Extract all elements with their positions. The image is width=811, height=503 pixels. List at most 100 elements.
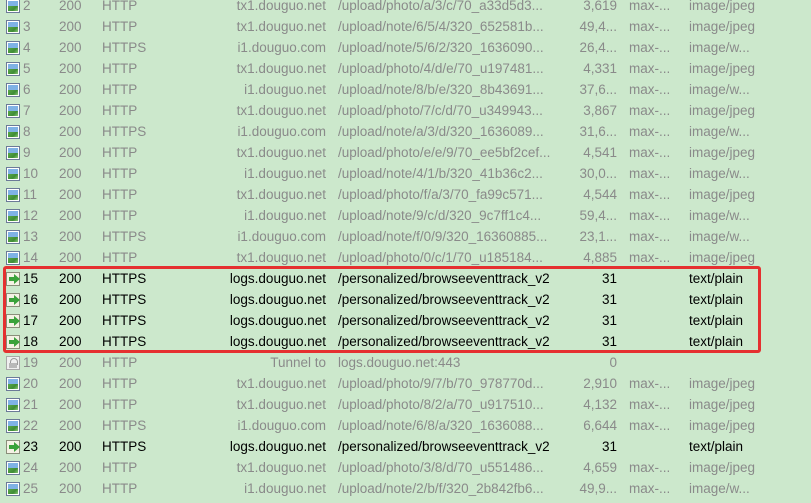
image-icon <box>6 461 20 475</box>
session-row[interactable]: 5 200 HTTP tx1.douguo.net/upload/photo/4/d/… <box>0 58 811 79</box>
session-url: /upload/note/2/b/f/320_2b842fb6... <box>338 481 544 496</box>
session-row[interactable]: 16 200 HTTPS logs.douguo.net/personalized/b… <box>0 289 811 310</box>
session-host: i1.douguo.com <box>237 229 326 244</box>
session-host: logs.douguo.net <box>229 334 326 349</box>
session-row[interactable]: 23 200 HTTPS logs.douguo.net/personalized/b… <box>0 436 811 457</box>
session-icon-cell <box>6 142 22 163</box>
session-row[interactable]: 20 200 HTTP tx1.douguo.net/upload/photo/9/7… <box>0 373 811 394</box>
session-content-type: image/jpeg <box>689 250 756 265</box>
session-result-code: 200 <box>59 166 82 181</box>
session-host: i1.douguo.net <box>244 82 326 97</box>
session-host: tx1.douguo.net <box>236 0 326 13</box>
session-body-size: 49,4... <box>579 19 617 34</box>
session-row[interactable]: 9 200 HTTP tx1.douguo.net/upload/photo/e/e/… <box>0 142 811 163</box>
session-caching: max-... <box>629 124 671 139</box>
session-row[interactable]: 3 200 HTTP tx1.douguo.net/upload/note/6/5/4… <box>0 16 811 37</box>
session-icon-cell <box>6 163 22 184</box>
image-icon <box>6 188 20 202</box>
session-content-type: image/w... <box>689 40 750 55</box>
session-row[interactable]: 10 200 HTTP i1.douguo.net/upload/note/4/1/b… <box>0 163 811 184</box>
session-protocol: HTTP <box>102 355 138 370</box>
session-row[interactable]: 18 200 HTTPS logs.douguo.net/personalized/b… <box>0 331 811 352</box>
session-result-code: 200 <box>59 145 82 160</box>
session-session-number: 8 <box>23 124 31 139</box>
session-content-type: image/w... <box>689 124 750 139</box>
session-protocol: HTTP <box>102 166 138 181</box>
session-url: /personalized/browseeventtrack_v2 <box>338 292 550 307</box>
session-row[interactable]: 19 200 HTTP Tunnel to logs.douguo.net:443 0 <box>0 352 811 373</box>
image-icon <box>6 146 20 160</box>
session-session-number: 13 <box>23 229 39 244</box>
session-row[interactable]: 12 200 HTTP i1.douguo.net/upload/note/9/c/d… <box>0 205 811 226</box>
session-host: logs.douguo.net <box>229 292 326 307</box>
session-host: tx1.douguo.net <box>236 103 326 118</box>
session-row[interactable]: 13 200 HTTPS i1.douguo.com/upload/note/f/0/… <box>0 226 811 247</box>
image-icon <box>6 167 20 181</box>
session-body-size: 31 <box>601 313 617 328</box>
session-caching: max-... <box>629 250 671 265</box>
session-session-number: 21 <box>23 397 39 412</box>
session-body-size: 49,9... <box>579 481 617 496</box>
session-content-type <box>689 352 809 373</box>
session-row[interactable]: 6 200 HTTP i1.douguo.net/upload/note/8/b/e/… <box>0 79 811 100</box>
session-icon-cell <box>6 415 22 436</box>
session-body-size: 4,544 <box>583 187 617 202</box>
session-row[interactable]: 8 200 HTTPS i1.douguo.com/upload/note/a/3/d… <box>0 121 811 142</box>
session-body-size: 6,644 <box>583 418 617 433</box>
request-arrow-icon <box>6 440 20 454</box>
session-url: /upload/note/6/5/4/320_652581b... <box>338 19 544 34</box>
image-icon <box>6 41 20 55</box>
session-body-size: 59,4... <box>579 208 617 223</box>
session-result-code: 200 <box>59 187 82 202</box>
session-row[interactable]: 14 200 HTTP tx1.douguo.net/upload/photo/0/c… <box>0 247 811 268</box>
session-url: /upload/photo/a/3/c/70_a33d5d3... <box>338 0 543 13</box>
session-session-number: 20 <box>23 376 39 391</box>
session-caching <box>629 268 683 289</box>
session-body-size: 2,910 <box>583 376 617 391</box>
image-icon <box>6 398 20 412</box>
session-icon-cell <box>6 457 22 478</box>
session-session-number: 16 <box>23 292 39 307</box>
image-icon <box>6 230 20 244</box>
session-list[interactable]: 2 200 HTTP tx1.douguo.net/upload/photo/a/3/… <box>0 0 811 503</box>
session-session-number: 6 <box>23 82 31 97</box>
session-row[interactable]: 24 200 HTTP tx1.douguo.net/upload/photo/3/8… <box>0 457 811 478</box>
session-icon-cell <box>6 331 22 352</box>
session-row[interactable]: 4 200 HTTPS i1.douguo.com/upload/note/5/6/2… <box>0 37 811 58</box>
session-protocol: HTTP <box>102 397 138 412</box>
session-body-size: 31 <box>601 439 617 454</box>
session-icon-cell <box>6 352 22 373</box>
session-row[interactable]: 17 200 HTTPS logs.douguo.net/personalized/b… <box>0 310 811 331</box>
session-row[interactable]: 2 200 HTTP tx1.douguo.net/upload/photo/a/3/… <box>0 0 811 16</box>
session-row[interactable]: 22 200 HTTPS i1.douguo.com/upload/note/6/8/… <box>0 415 811 436</box>
session-row[interactable]: 7 200 HTTP tx1.douguo.net/upload/photo/7/c/… <box>0 100 811 121</box>
session-protocol: HTTP <box>102 250 138 265</box>
session-session-number: 4 <box>23 40 31 55</box>
session-session-number: 7 <box>23 103 31 118</box>
session-icon-cell <box>6 79 22 100</box>
session-session-number: 17 <box>23 313 39 328</box>
session-host: tx1.douguo.net <box>236 19 326 34</box>
image-icon <box>6 482 20 496</box>
session-icon-cell <box>6 310 22 331</box>
session-content-type: text/plain <box>689 313 744 328</box>
session-caching: max-... <box>629 0 671 13</box>
session-result-code: 200 <box>59 0 82 13</box>
session-content-type: image/jpeg <box>689 397 756 412</box>
session-url: /upload/photo/4/d/e/70_u197481... <box>338 61 544 76</box>
session-body-size: 31 <box>601 292 617 307</box>
session-row[interactable]: 25 200 HTTP i1.douguo.net/upload/note/2/b/f… <box>0 478 811 499</box>
session-content-type: image/w... <box>689 166 750 181</box>
session-row[interactable]: 15 200 HTTPS logs.douguo.net/personalized/b… <box>0 268 811 289</box>
session-result-code: 200 <box>59 61 82 76</box>
session-result-code: 200 <box>59 229 82 244</box>
session-host: logs.douguo.net <box>229 439 326 454</box>
session-host: tx1.douguo.net <box>236 61 326 76</box>
session-row[interactable]: 11 200 HTTP tx1.douguo.net/upload/photo/f/a… <box>0 184 811 205</box>
session-result-code: 200 <box>59 292 82 307</box>
session-row[interactable]: 21 200 HTTP tx1.douguo.net/upload/photo/8/2… <box>0 394 811 415</box>
session-url: /upload/photo/7/c/d/70_u349943... <box>338 103 543 118</box>
session-body-size: 26,4... <box>579 40 617 55</box>
session-host: i1.douguo.net <box>244 208 326 223</box>
session-content-type: image/jpeg <box>689 376 756 391</box>
